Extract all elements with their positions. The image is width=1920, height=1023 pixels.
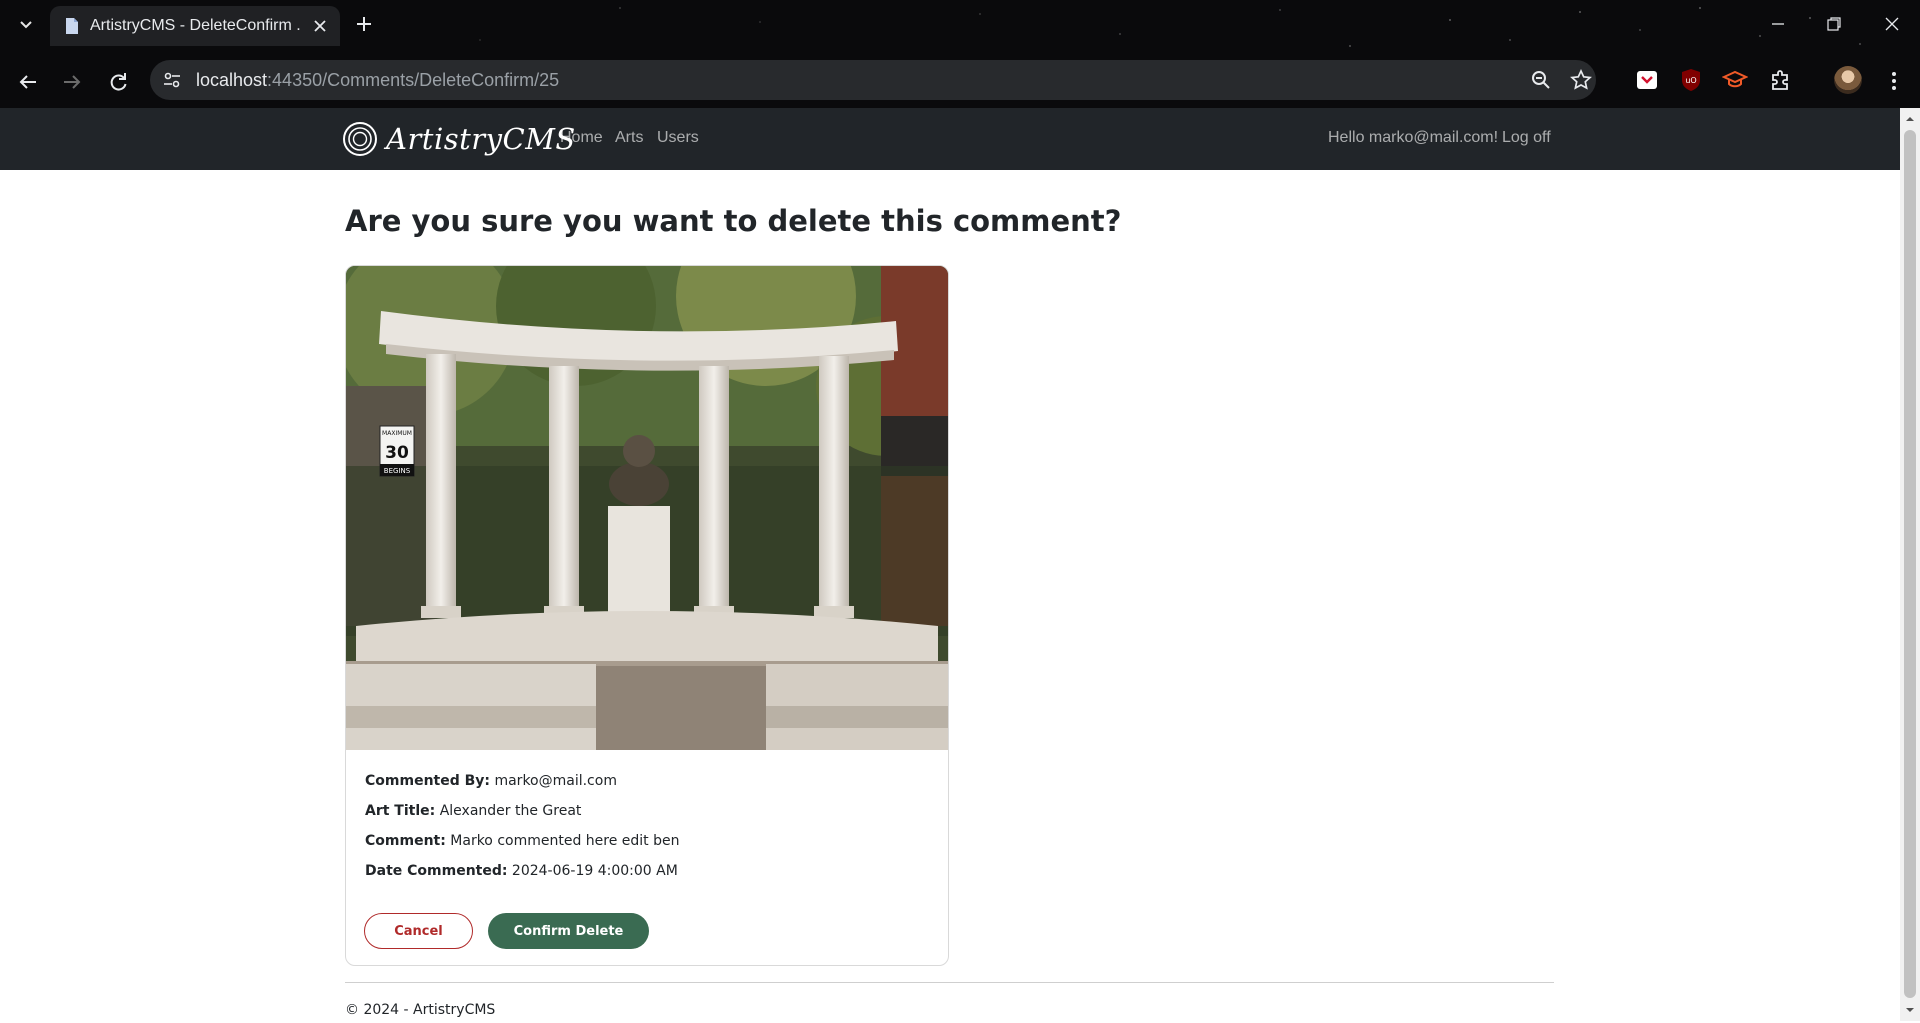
page-title: Are you sure you want to delete this com… (345, 204, 1122, 238)
detail-art-title: Art Title: Alexander the Great (365, 803, 581, 819)
comment-card: MAXIMUM 30 BEGINS Commented By: marko@ma… (345, 265, 949, 966)
scroll-down-arrow-icon[interactable] (1900, 1001, 1920, 1019)
new-tab-plus-icon[interactable] (352, 12, 376, 36)
date-label: Date Commented: (365, 863, 508, 879)
art-title-value: Alexander the Great (439, 803, 582, 819)
restore-window-icon[interactable] (1822, 12, 1846, 36)
url-host: localhost (196, 70, 268, 90)
profile-avatar[interactable] (1834, 66, 1862, 94)
scroll-up-arrow-icon[interactable] (1900, 110, 1920, 128)
detail-comment: Comment: Marko commented here edit ben (365, 833, 679, 849)
forward-arrow-icon[interactable] (58, 68, 86, 96)
confirm-delete-button[interactable]: Confirm Delete (488, 913, 649, 949)
document-favicon-icon (64, 17, 80, 35)
footer-copyright: © 2024 - ArtistryCMS (345, 1002, 496, 1018)
commented-by-value: marko@mail.com (494, 773, 617, 789)
close-window-icon[interactable] (1880, 12, 1904, 36)
art-image: MAXIMUM 30 BEGINS (346, 266, 948, 750)
brand-spiral-logo-icon (343, 122, 377, 156)
ublock-shield-icon[interactable]: uO (1678, 67, 1704, 93)
back-arrow-icon[interactable] (14, 68, 42, 96)
footer-divider (345, 982, 1554, 983)
nav-link-users[interactable]: Users (657, 129, 699, 147)
minimize-window-icon[interactable] (1766, 12, 1790, 36)
nav-link-home[interactable]: Home (560, 129, 603, 147)
scrollbar-thumb[interactable] (1904, 130, 1916, 998)
svg-text:uO: uO (1685, 76, 1696, 85)
tab-list-chevron-icon[interactable] (14, 12, 38, 36)
detail-date: Date Commented: 2024-06-19 4:00:00 AM (365, 863, 678, 879)
close-tab-icon[interactable] (310, 16, 330, 36)
art-title-label: Art Title: (365, 803, 436, 819)
url-path: :44350/Comments/DeleteConfirm/25 (267, 70, 560, 90)
brand-link[interactable]: ArtistryCMS (342, 119, 575, 159)
pocket-extension-icon[interactable] (1634, 67, 1660, 93)
sign-speed: 30 (385, 443, 409, 463)
bookmark-star-icon[interactable] (1570, 68, 1592, 91)
sign-text-top: MAXIMUM (382, 430, 412, 437)
browser-tab-active[interactable]: ArtistryCMS - DeleteConfirm . (50, 6, 340, 46)
nav-link-arts[interactable]: Arts (615, 129, 643, 147)
url-text[interactable]: localhost:44350/Comments/DeleteConfirm/2… (196, 70, 559, 92)
address-bar[interactable]: localhost:44350/Comments/DeleteConfirm/2… (150, 60, 1596, 100)
sign-text-bottom: BEGINS (384, 467, 411, 475)
browser-chrome: ArtistryCMS - DeleteConfirm . localhost:… (0, 0, 1920, 108)
comment-value: Marko commented here edit ben (450, 833, 680, 849)
browser-toolbar: localhost:44350/Comments/DeleteConfirm/2… (0, 56, 1920, 108)
comment-label: Comment: (365, 833, 446, 849)
commented-by-label: Commented By: (365, 773, 491, 789)
date-value: 2024-06-19 4:00:00 AM (511, 863, 678, 879)
graduation-cap-extension-icon[interactable] (1721, 67, 1749, 93)
detail-commented-by: Commented By: marko@mail.com (365, 773, 617, 789)
zoom-magnifier-icon[interactable] (1530, 69, 1552, 91)
cancel-button[interactable]: Cancel (364, 913, 473, 949)
page-scrollbar[interactable] (1900, 108, 1920, 1021)
browser-menu-dots-icon[interactable] (1884, 69, 1904, 93)
user-greeting-link[interactable]: Hello marko@mail.com! (1328, 129, 1498, 147)
tab-title: ArtistryCMS - DeleteConfirm . (90, 17, 300, 34)
brand-name: ArtistryCMS (386, 122, 576, 156)
site-info-tune-icon[interactable] (162, 70, 182, 90)
site-navbar: ArtistryCMS Home Arts Users Hello marko@… (0, 108, 1900, 170)
page-viewport: ArtistryCMS Home Arts Users Hello marko@… (0, 108, 1900, 1021)
extensions-puzzle-icon[interactable] (1768, 67, 1794, 93)
log-off-link[interactable]: Log off (1502, 129, 1551, 147)
reload-icon[interactable] (104, 68, 132, 96)
